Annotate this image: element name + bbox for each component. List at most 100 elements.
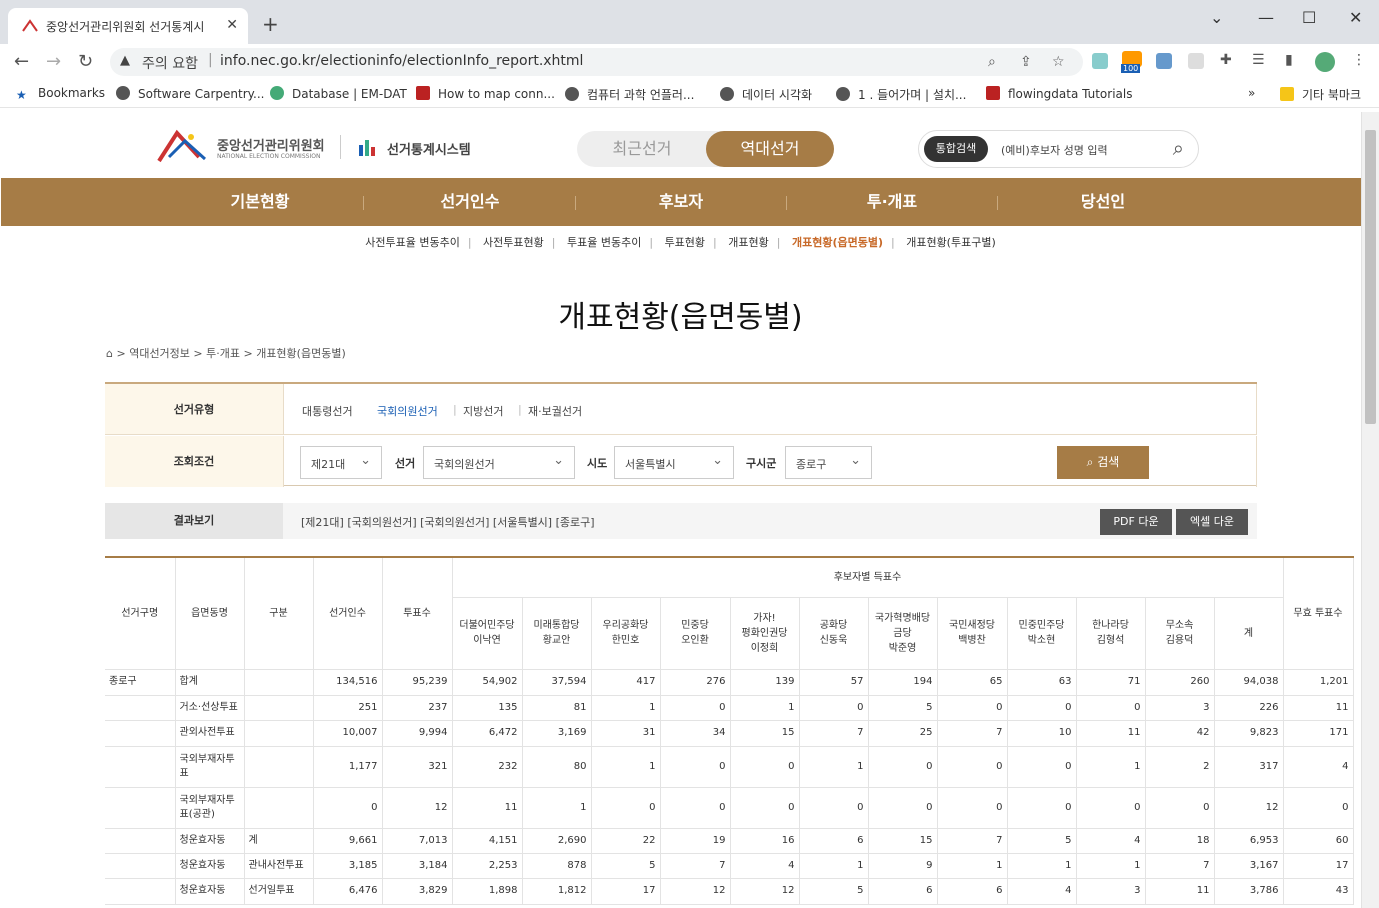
address-bar[interactable]: ▲ 주의 요함 | info.nec.go.kr/electioninfo/el… — [110, 48, 1083, 76]
excel-download-button[interactable]: 엑셀 다운 — [1176, 509, 1248, 535]
search-button[interactable]: ⌕ 검색 — [1057, 446, 1149, 479]
table-cell: 95,239 — [382, 669, 453, 696]
minimize-window-icon[interactable]: — — [1258, 8, 1274, 27]
col-total: 계 — [1214, 597, 1284, 670]
subnav-item[interactable]: 투표율 변동추이 — [567, 236, 641, 249]
table-cell: 10,007 — [313, 720, 383, 747]
minimize-icon[interactable]: ⌄ — [1210, 8, 1223, 27]
site-logo[interactable]: 중앙선거관리위원회 NATIONAL ELECTION COMMISSION 선… — [155, 127, 485, 167]
browser-tab[interactable]: 중앙선거관리위원회 선거통계시 ✕ — [8, 8, 248, 44]
col-candidate: 우리공화당 한민호 — [591, 597, 661, 670]
sido-select[interactable]: 서울특별시 ⌄ — [614, 446, 734, 479]
table-cell: 321 — [382, 746, 453, 788]
bookmark-item[interactable]: Database | EM-DAT — [270, 86, 407, 101]
back-icon[interactable]: ← — [14, 51, 29, 72]
bookmark-item[interactable]: Software Carpentry... — [116, 86, 264, 101]
subnav-item[interactable]: 사전투표현황 — [483, 236, 544, 249]
search-input[interactable]: (예비)후보자 성명 입력 — [1001, 142, 1108, 158]
table-cell: 0 — [1076, 787, 1146, 829]
menu-icon[interactable]: ⋮ — [1352, 52, 1366, 68]
side-panel-icon[interactable]: ▮ — [1285, 52, 1293, 68]
bookmark-star-icon[interactable]: ☆ — [1052, 54, 1065, 70]
reading-list-icon[interactable]: ☰ — [1252, 52, 1265, 68]
table-cell — [105, 746, 176, 788]
election-type-option[interactable]: 재·보궐선거 — [528, 403, 582, 419]
result-bar: 결과보기 [제21대] [국회의원선거] [국회의원선거] [서울특별시] [종… — [105, 503, 1257, 539]
nav-item[interactable]: 투·개표 — [786, 178, 998, 226]
search-icon[interactable]: ⌕ — [1173, 136, 1184, 160]
table-cell: 260 — [1145, 669, 1215, 696]
reload-icon[interactable]: ↻ — [78, 51, 93, 72]
gusigun-select[interactable]: 종로구 ⌄ — [785, 446, 872, 479]
col-candidate: 가자! 평화인권당 이정희 — [730, 597, 800, 670]
new-tab-icon[interactable]: + — [262, 12, 279, 36]
table-cell: 청운효자동 — [175, 878, 245, 905]
subnav-item-active[interactable]: 개표현황(읍면동별) — [792, 236, 883, 249]
breadcrumb-path[interactable]: > 역대선거정보 > 투·개표 > 개표현황(읍면동별) — [116, 347, 345, 360]
chevron-down-icon: ⌄ — [850, 453, 861, 468]
bookmark-item[interactable]: 1 . 들어가며 | 설치... — [836, 86, 966, 103]
extension-icon[interactable] — [1156, 53, 1172, 69]
table-cell: 417 — [591, 669, 661, 696]
table-cell: 3,184 — [382, 853, 453, 879]
scrollbar[interactable] — [1361, 112, 1379, 908]
table-cell: 0 — [937, 787, 1008, 829]
table-cell: 7,013 — [382, 828, 453, 854]
session-select[interactable]: 제21대 ⌄ — [300, 446, 382, 479]
pdf-download-button[interactable]: PDF 다운 — [1100, 509, 1172, 535]
scrollbar-thumb[interactable] — [1365, 130, 1376, 424]
table-cell: 0 — [1007, 695, 1077, 721]
extension-icon[interactable] — [1092, 53, 1108, 69]
election-type-option-active[interactable]: 국회의원선거 — [377, 403, 438, 419]
election-type-option[interactable]: 지방선거 — [463, 403, 503, 419]
search-icon: ⌕ — [1086, 455, 1098, 469]
nav-item[interactable]: 기본현황 — [154, 178, 366, 226]
table-cell: 2 — [1145, 746, 1215, 788]
table-cell: 134,516 — [313, 669, 383, 696]
table-cell: 1,201 — [1283, 669, 1354, 696]
close-window-icon[interactable]: ✕ — [1349, 8, 1362, 27]
puzzle-icon[interactable]: ✚ — [1220, 52, 1232, 68]
recent-election-tab[interactable]: 최근선거 — [577, 131, 707, 167]
table-row: 종로구 합계 134,516 95,239 54,902 37,594 417 276 139 5… — [105, 669, 1354, 696]
profile-avatar[interactable] — [1315, 52, 1335, 72]
bookmark-item[interactable]: 컴퓨터 과학 언플러... — [565, 86, 694, 103]
subnav-item[interactable]: 사전투표율 변동추이 — [365, 236, 460, 249]
home-icon[interactable]: ⌂ — [106, 347, 113, 360]
bookmark-item[interactable]: flowingdata Tutorials — [986, 86, 1132, 101]
table-cell: 5 — [868, 695, 938, 721]
warning-icon[interactable]: ▲ — [120, 53, 130, 68]
table-cell: 17 — [591, 878, 661, 905]
url-text[interactable]: info.nec.go.kr/electioninfo/electionInfo… — [220, 53, 583, 69]
election-select[interactable]: 국회의원선거 ⌄ — [423, 446, 575, 479]
bookmark-item[interactable]: 데이터 시각화 — [720, 86, 812, 103]
document-icon[interactable] — [1188, 53, 1204, 69]
past-election-tab[interactable]: 역대선거 — [706, 131, 834, 167]
maximize-icon[interactable]: ☐ — [1302, 8, 1316, 27]
security-label[interactable]: 주의 요함 — [142, 53, 198, 73]
table-cell: 1 — [799, 853, 869, 879]
close-tab-icon[interactable]: ✕ — [226, 17, 238, 33]
table-cell — [244, 746, 314, 788]
subnav-item[interactable]: 개표현황(투표구별) — [906, 236, 996, 249]
election-type-option[interactable]: 대통령선거 — [302, 403, 353, 419]
integrated-search-button[interactable]: 통합검색 — [924, 136, 988, 162]
nav-item[interactable]: 선거인수 — [364, 178, 576, 226]
subnav-item[interactable]: 개표현황 — [728, 236, 768, 249]
table-cell: 171 — [1283, 720, 1354, 747]
bookmarks-overflow-icon[interactable]: » — [1248, 86, 1255, 100]
nav-item[interactable]: 후보자 — [575, 178, 787, 226]
bookmark-item[interactable]: ★ Bookmarks — [16, 86, 105, 102]
other-bookmarks[interactable]: 기타 북마크 — [1280, 86, 1361, 103]
subnav-item[interactable]: 투표현황 — [665, 236, 705, 249]
forward-icon[interactable]: → — [46, 51, 61, 72]
bookmark-item[interactable]: How to map conn... — [416, 86, 555, 101]
table-cell: 1 — [1007, 853, 1077, 879]
table-cell: 11 — [1283, 695, 1354, 721]
zoom-icon[interactable]: ⌕ — [988, 54, 996, 70]
share-icon[interactable]: ⇪ — [1020, 54, 1032, 70]
subnav-divider: | — [649, 236, 654, 249]
result-summary: [제21대] [국회의원선거] [국회의원선거] [서울특별시] [종로구] — [301, 516, 595, 529]
table-row: 거소·선상투표 251 237 135 81 1 0 1 0 5 0 0 0 3 226 11 — [105, 695, 1354, 721]
nav-item[interactable]: 당선인 — [997, 178, 1209, 226]
